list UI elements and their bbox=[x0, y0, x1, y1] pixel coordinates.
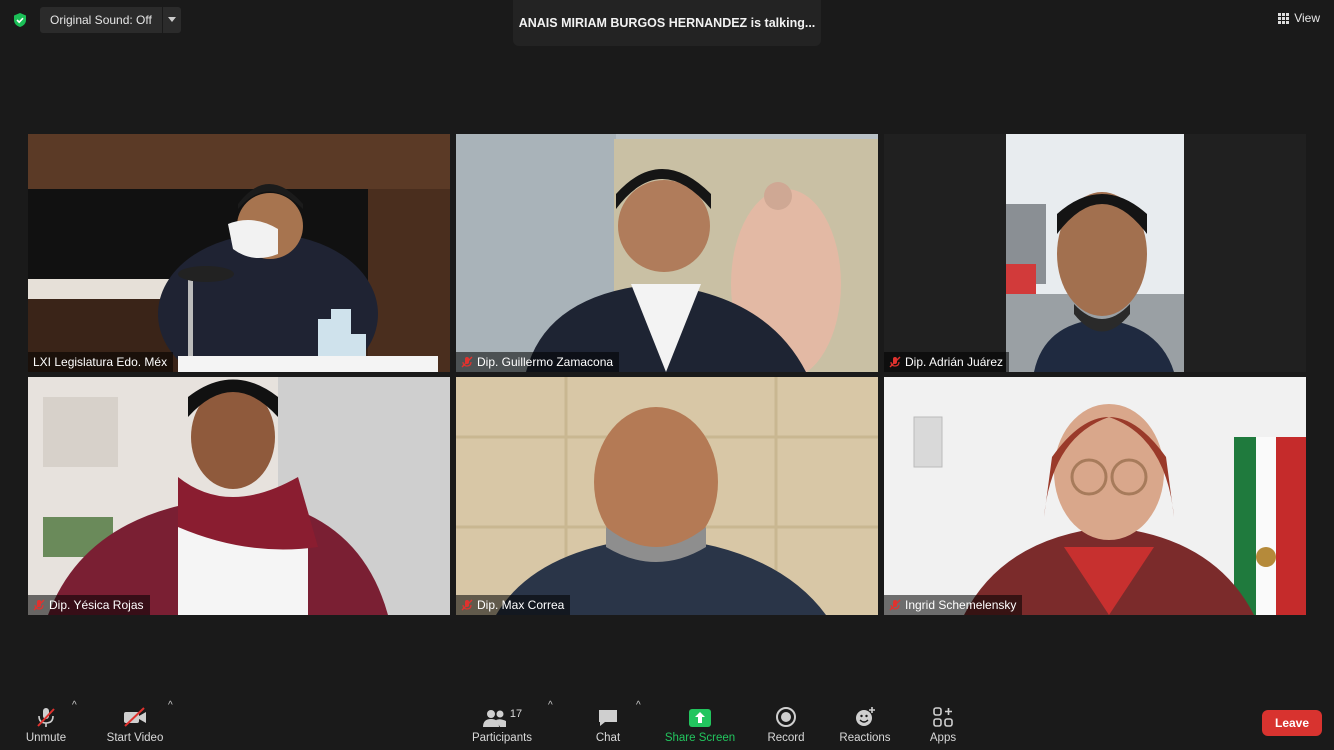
chat-label: Chat bbox=[595, 732, 621, 744]
participants-count: 17 bbox=[509, 708, 523, 720]
video-feed-image bbox=[28, 134, 450, 372]
video-feed-image bbox=[884, 377, 1306, 615]
original-sound-button[interactable]: Original Sound: Off bbox=[40, 13, 162, 27]
audio-options-caret[interactable]: ^ bbox=[72, 700, 77, 711]
chat-button[interactable]: Chat bbox=[590, 686, 626, 750]
chevron-down-icon bbox=[167, 17, 176, 22]
participant-name-label: Dip. Adrián Juárez bbox=[884, 352, 1010, 372]
video-feed-image bbox=[884, 134, 1306, 372]
share-screen-button[interactable]: Share Screen bbox=[662, 686, 738, 750]
participant-name: Dip. Guillermo Zamacona bbox=[477, 355, 614, 369]
video-options-caret[interactable]: ^ bbox=[168, 700, 173, 711]
share-screen-icon bbox=[689, 709, 711, 727]
original-sound-control: Original Sound: Off bbox=[40, 7, 181, 33]
video-feed-image bbox=[456, 377, 878, 615]
participant-name: Dip. Yésica Rojas bbox=[49, 598, 144, 612]
reactions-label: Reactions bbox=[839, 732, 891, 744]
participant-name: LXI Legislatura Edo. Méx bbox=[33, 355, 168, 369]
participants-button[interactable]: 17 Participants bbox=[468, 686, 536, 750]
video-tile-yesica-rojas[interactable]: Dip. Yésica Rojas bbox=[28, 377, 450, 615]
participant-name-label: Dip. Max Correa bbox=[456, 595, 571, 615]
apps-button[interactable]: Apps bbox=[924, 686, 962, 750]
video-feed-image bbox=[28, 377, 450, 615]
security-shield-icon[interactable] bbox=[12, 12, 28, 28]
record-icon bbox=[776, 707, 796, 727]
record-label: Record bbox=[767, 732, 805, 744]
record-button[interactable]: Record bbox=[764, 686, 808, 750]
participants-label: Participants bbox=[471, 732, 533, 744]
apps-icon bbox=[933, 707, 953, 727]
chat-options-caret[interactable]: ^ bbox=[636, 700, 641, 711]
original-sound-dropdown[interactable] bbox=[161, 7, 181, 33]
video-tile-adrian-juarez[interactable]: Dip. Adrián Juárez bbox=[884, 134, 1306, 372]
video-tile-guillermo-zamacona[interactable]: Dip. Guillermo Zamacona bbox=[456, 134, 878, 372]
view-button[interactable]: View bbox=[1278, 11, 1320, 25]
video-feed-image bbox=[456, 134, 878, 372]
apps-label: Apps bbox=[929, 732, 957, 744]
meeting-toolbar: Unmute ^ Start Video ^ 17 Participants ^… bbox=[0, 686, 1334, 750]
share-screen-label: Share Screen bbox=[664, 732, 736, 744]
participant-name: Dip. Adrián Juárez bbox=[905, 355, 1004, 369]
unmute-button[interactable]: Unmute bbox=[18, 686, 74, 750]
mic-muted-icon bbox=[889, 599, 901, 611]
start-video-label: Start Video bbox=[106, 732, 164, 744]
participant-name: Dip. Max Correa bbox=[477, 598, 565, 612]
view-label: View bbox=[1294, 11, 1320, 25]
participant-name: Ingrid Schemelensky bbox=[905, 598, 1017, 612]
participant-name-label: LXI Legislatura Edo. Méx bbox=[28, 352, 174, 372]
participant-name-label: Ingrid Schemelensky bbox=[884, 595, 1023, 615]
participants-options-caret[interactable]: ^ bbox=[548, 700, 553, 711]
mic-muted-icon bbox=[33, 599, 45, 611]
video-tile-max-correa[interactable]: Dip. Max Correa bbox=[456, 377, 878, 615]
unmute-label: Unmute bbox=[25, 732, 67, 744]
participants-icon bbox=[482, 710, 506, 727]
active-speaker-banner: ANAIS MIRIAM BURGOS HERNANDEZ is talking… bbox=[513, 0, 821, 46]
participant-name-label: Dip. Guillermo Zamacona bbox=[456, 352, 620, 372]
reactions-button[interactable]: Reactions bbox=[836, 686, 894, 750]
mic-muted-icon bbox=[889, 356, 901, 368]
chat-icon bbox=[599, 710, 617, 726]
leave-button[interactable]: Leave bbox=[1262, 710, 1322, 736]
participant-name-label: Dip. Yésica Rojas bbox=[28, 595, 150, 615]
mic-muted-icon bbox=[461, 356, 473, 368]
video-off-icon bbox=[124, 707, 146, 727]
mic-muted-icon bbox=[37, 708, 55, 727]
grid-icon bbox=[1278, 12, 1290, 24]
start-video-button[interactable]: Start Video bbox=[102, 686, 168, 750]
video-tile-ingrid-schemelensky[interactable]: Ingrid Schemelensky bbox=[884, 377, 1306, 615]
video-tile-lxi-legislatura[interactable]: LXI Legislatura Edo. Méx bbox=[28, 134, 450, 372]
mic-muted-icon bbox=[461, 599, 473, 611]
reactions-icon bbox=[856, 707, 875, 726]
